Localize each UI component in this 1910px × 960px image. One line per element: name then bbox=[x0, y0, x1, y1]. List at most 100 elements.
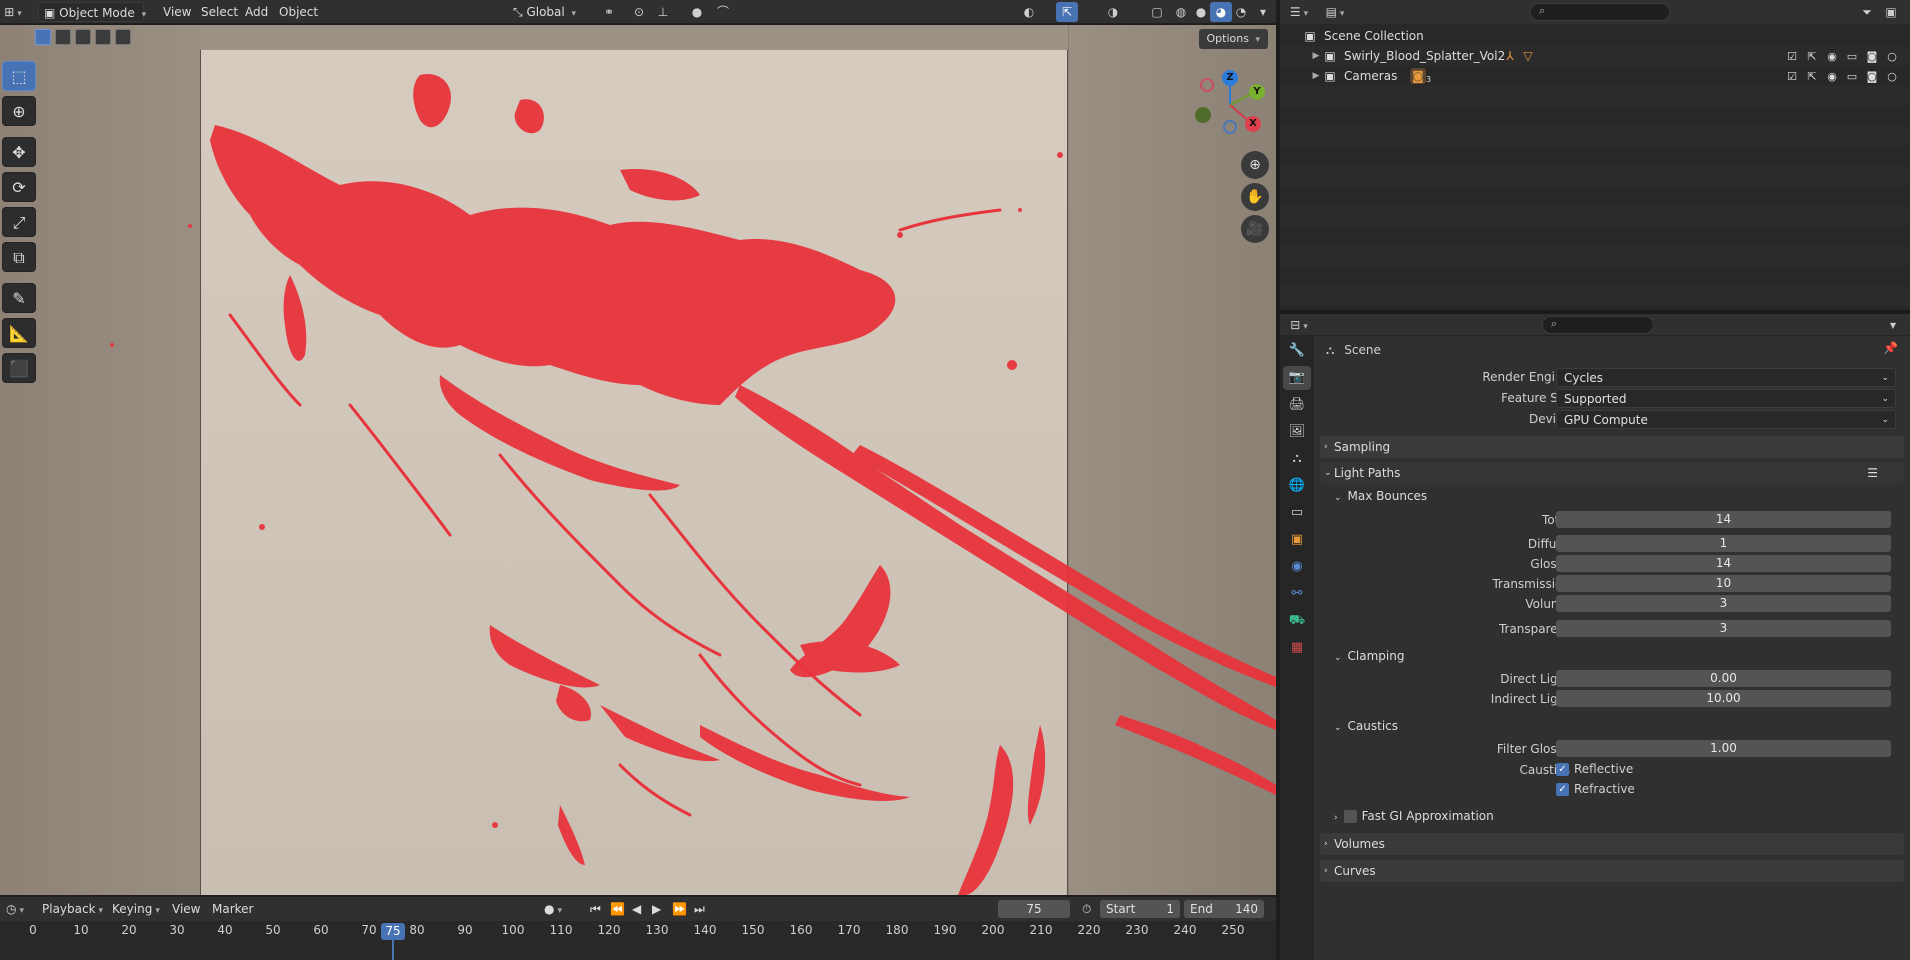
solid-shading-icon[interactable]: ● bbox=[1190, 2, 1212, 22]
scene-tab-icon[interactable]: ⛬ bbox=[1283, 447, 1311, 471]
device-dropdown[interactable]: GPU Compute ⌄ bbox=[1556, 410, 1896, 429]
presets-list-icon[interactable]: ☰ bbox=[1867, 462, 1878, 484]
modifier-tab-icon[interactable]: ◉ bbox=[1283, 555, 1311, 579]
outliner-editor-type-icon[interactable]: ☰ ▾ bbox=[1288, 2, 1310, 22]
transform-icon[interactable]: ⧉ bbox=[2, 242, 36, 272]
play-icon[interactable]: ▶ bbox=[648, 899, 665, 919]
gizmo-z-axis[interactable]: Z bbox=[1222, 70, 1238, 86]
playhead-frame-indicator[interactable]: 75 bbox=[381, 923, 405, 940]
indirect-light-field[interactable]: 10.00 bbox=[1556, 690, 1891, 707]
data-tab-icon[interactable]: ⛟ bbox=[1283, 609, 1311, 633]
gizmo-toggle-icon[interactable]: ⇱ bbox=[1056, 2, 1078, 22]
filter-glossy-field[interactable]: 1.00 bbox=[1556, 740, 1891, 757]
xray-icon[interactable]: ▢ bbox=[1146, 2, 1168, 22]
snap-icon[interactable]: ⊙ bbox=[628, 2, 650, 22]
marker-menu[interactable]: Marker bbox=[208, 899, 257, 919]
glossy-bounces-field[interactable]: 14 bbox=[1556, 555, 1891, 572]
world-tab-icon[interactable]: 🌐 bbox=[1283, 474, 1311, 498]
current-frame-field[interactable]: 75 bbox=[998, 900, 1070, 918]
timeline-editor-type-icon[interactable]: ◷ ▾ bbox=[2, 899, 28, 919]
volume-bounces-field[interactable]: 3 bbox=[1556, 595, 1891, 612]
view-layer-tab-icon[interactable]: 🖼 bbox=[1283, 420, 1311, 444]
wireframe-shading-icon[interactable]: ◍ bbox=[1170, 2, 1192, 22]
cursor-icon[interactable]: ⊕ bbox=[2, 96, 36, 126]
timeline-view-menu[interactable]: View bbox=[168, 899, 204, 919]
object-tab-icon[interactable]: ▣ bbox=[1283, 528, 1311, 552]
scale-icon[interactable]: ⤢ bbox=[2, 207, 36, 237]
outliner-search-input[interactable]: ⌕ bbox=[1530, 3, 1670, 21]
end-frame-field[interactable]: End 140 bbox=[1184, 900, 1264, 918]
output-tab-icon[interactable]: 🖨 bbox=[1283, 393, 1311, 417]
pivot-icon[interactable]: ⚭ bbox=[598, 2, 620, 22]
select-intersect-icon[interactable] bbox=[115, 29, 131, 45]
exclude-checkbox-icon[interactable]: ☑ bbox=[1784, 47, 1800, 67]
filter-icon[interactable]: ⏷ bbox=[1856, 2, 1878, 22]
render-tab-icon[interactable]: 📷 bbox=[1283, 366, 1311, 390]
auto-keying-icon[interactable]: ● ▾ bbox=[540, 899, 566, 919]
caustics-subpanel-header[interactable]: ⌄ Caustics bbox=[1334, 716, 1398, 736]
move-icon[interactable]: ✥ bbox=[2, 137, 36, 167]
gizmo-x-axis[interactable]: X bbox=[1245, 116, 1261, 132]
gizmo-y-axis[interactable]: Y bbox=[1249, 84, 1265, 100]
add-cube-icon[interactable]: ⬛ bbox=[2, 353, 36, 383]
gizmo-neg-y[interactable] bbox=[1195, 107, 1211, 123]
render-camera-icon[interactable]: ◙ bbox=[1864, 47, 1880, 67]
jump-keyframe-forward-icon[interactable]: ⏩ bbox=[668, 899, 691, 919]
viewport-disable-icon[interactable]: ▭ bbox=[1844, 47, 1860, 67]
direct-light-field[interactable]: 0.00 bbox=[1556, 670, 1891, 687]
constraint-tab-icon[interactable]: ⚯ bbox=[1283, 582, 1311, 606]
scene-collection-row[interactable]: ▣ Scene Collection bbox=[1280, 26, 1910, 46]
pin-icon[interactable]: 📌 bbox=[1883, 341, 1898, 355]
gizmo-neg-z[interactable] bbox=[1223, 120, 1237, 134]
holdout-icon[interactable]: ○ bbox=[1884, 67, 1900, 87]
3d-viewport[interactable]: Options ▾ ⬚ ⊕ ✥ ⟳ ⤢ ⧉ ✎ 📐 ⬛ Z Y X ⊕ ✋ 🎥 bbox=[0, 25, 1276, 895]
proportional-editing-icon[interactable]: ● bbox=[686, 2, 708, 22]
transmission-bounces-field[interactable]: 10 bbox=[1556, 575, 1891, 592]
light-paths-panel-header[interactable]: ⌄ Light Paths ☰ bbox=[1320, 462, 1904, 484]
zoom-icon[interactable]: ⊕ bbox=[1241, 151, 1269, 179]
clamping-subpanel-header[interactable]: ⌄ Clamping bbox=[1334, 646, 1404, 666]
fast-gi-subpanel-header[interactable]: › Fast GI Approximation bbox=[1334, 806, 1494, 826]
transform-orientation-dropdown[interactable]: ⤡ Global ▾ bbox=[508, 2, 581, 22]
jump-keyframe-back-icon[interactable]: ⏪ bbox=[606, 899, 629, 919]
jump-start-icon[interactable]: ⏮ bbox=[586, 899, 605, 919]
playhead-line[interactable] bbox=[392, 940, 394, 960]
rotate-icon[interactable]: ⟳ bbox=[2, 172, 36, 202]
properties-editor-type-icon[interactable]: ⊟ ▾ bbox=[1288, 315, 1310, 335]
pan-hand-icon[interactable]: ✋ bbox=[1241, 183, 1269, 211]
collection-tab-icon[interactable]: ▭ bbox=[1283, 501, 1311, 525]
camera-view-icon[interactable]: 🎥 bbox=[1241, 215, 1269, 243]
chevron-down-icon[interactable]: ▾ bbox=[1882, 315, 1904, 335]
keying-menu[interactable]: Keying ▾ bbox=[108, 899, 164, 919]
selectable-icon[interactable]: ⇱ bbox=[1804, 67, 1820, 87]
outliner-item-cameras[interactable]: ▶ ▣ Cameras ◙ 3 ☑ ⇱ ◉ ▭ ◙ ○ bbox=[1280, 66, 1910, 86]
holdout-icon[interactable]: ○ bbox=[1884, 47, 1900, 67]
visibility-icon[interactable]: ◐ bbox=[1018, 2, 1040, 22]
curves-panel-header[interactable]: › Curves bbox=[1320, 860, 1904, 882]
display-mode-icon[interactable]: ▤ ▾ bbox=[1324, 2, 1346, 22]
navigation-gizmo[interactable]: Z Y X bbox=[1195, 70, 1265, 140]
exclude-checkbox-icon[interactable]: ☑ bbox=[1784, 67, 1800, 87]
properties-search-input[interactable]: ⌕ bbox=[1542, 316, 1654, 334]
menu-view[interactable]: View bbox=[158, 2, 196, 22]
max-bounces-subpanel-header[interactable]: ⌄ Max Bounces bbox=[1334, 486, 1427, 506]
feature-set-dropdown[interactable]: Supported ⌄ bbox=[1556, 389, 1896, 408]
start-frame-field[interactable]: Start 1 bbox=[1100, 900, 1180, 918]
select-extend-icon[interactable] bbox=[55, 29, 71, 45]
select-new-icon[interactable] bbox=[35, 29, 51, 45]
rendered-shading-icon[interactable]: ◔ bbox=[1230, 2, 1252, 22]
editor-type-icon[interactable]: ⊞ ▾ bbox=[2, 2, 24, 22]
tool-tab-icon[interactable]: 🔧 bbox=[1283, 339, 1311, 363]
options-button[interactable]: Options ▾ bbox=[1198, 29, 1268, 49]
select-invert-icon[interactable] bbox=[95, 29, 111, 45]
menu-object[interactable]: Object bbox=[274, 2, 323, 22]
shading-options-icon[interactable]: ▾ bbox=[1252, 2, 1274, 22]
menu-add[interactable]: Add bbox=[240, 2, 273, 22]
viewport-disable-icon[interactable]: ▭ bbox=[1844, 67, 1860, 87]
transparent-bounces-field[interactable]: 3 bbox=[1556, 620, 1891, 637]
measure-icon[interactable]: 📐 bbox=[2, 318, 36, 348]
eye-icon[interactable]: ◉ bbox=[1824, 47, 1840, 67]
gizmo-neg-x[interactable] bbox=[1200, 78, 1214, 92]
select-subtract-icon[interactable] bbox=[75, 29, 91, 45]
new-collection-icon[interactable]: ▣ bbox=[1880, 2, 1902, 22]
